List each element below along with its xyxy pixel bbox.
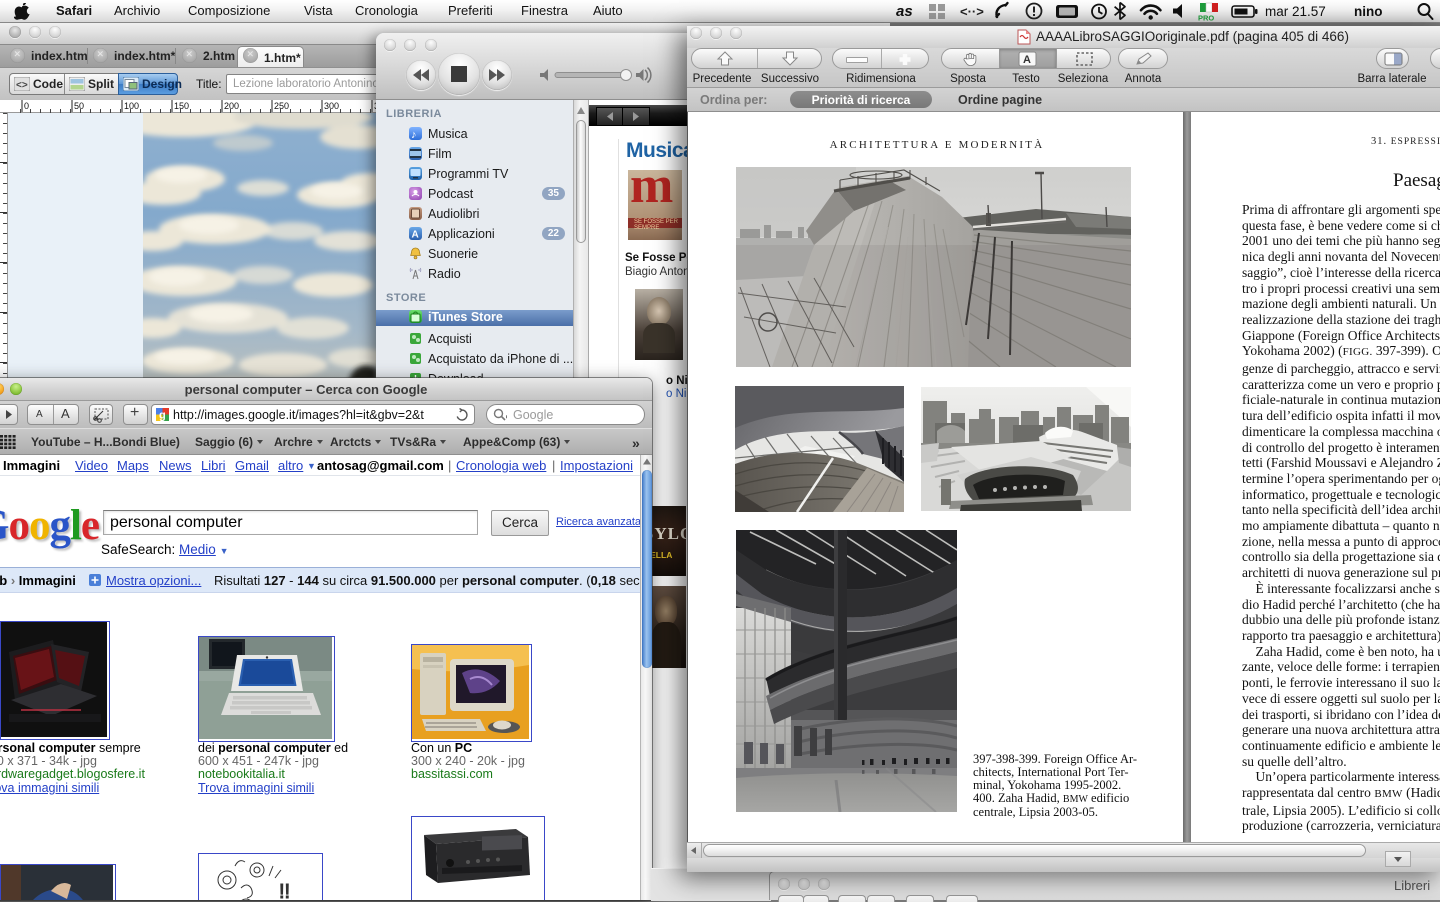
svg-text:0: 0 [24,101,29,111]
svg-text:A: A [412,230,419,241]
svg-text:♪: ♪ [411,129,417,140]
svg-text:150: 150 [174,101,189,111]
svg-text:<··>: <··> [960,4,984,19]
svg-text:200: 200 [224,101,239,111]
svg-text:250: 250 [274,101,289,111]
svg-text:300: 300 [324,101,339,111]
svg-text:nino: nino [1354,4,1383,19]
svg-text:PRO: PRO [1198,14,1214,23]
svg-text:100: 100 [124,101,139,111]
svg-text:as: as [896,3,913,20]
svg-text:50: 50 [74,101,84,111]
svg-text:!!: !! [279,881,290,900]
svg-text:g: g [159,410,166,422]
svg-text:<>: <> [16,80,28,91]
svg-text:A: A [1023,54,1031,66]
svg-text:mar 21.57: mar 21.57 [1265,4,1326,19]
